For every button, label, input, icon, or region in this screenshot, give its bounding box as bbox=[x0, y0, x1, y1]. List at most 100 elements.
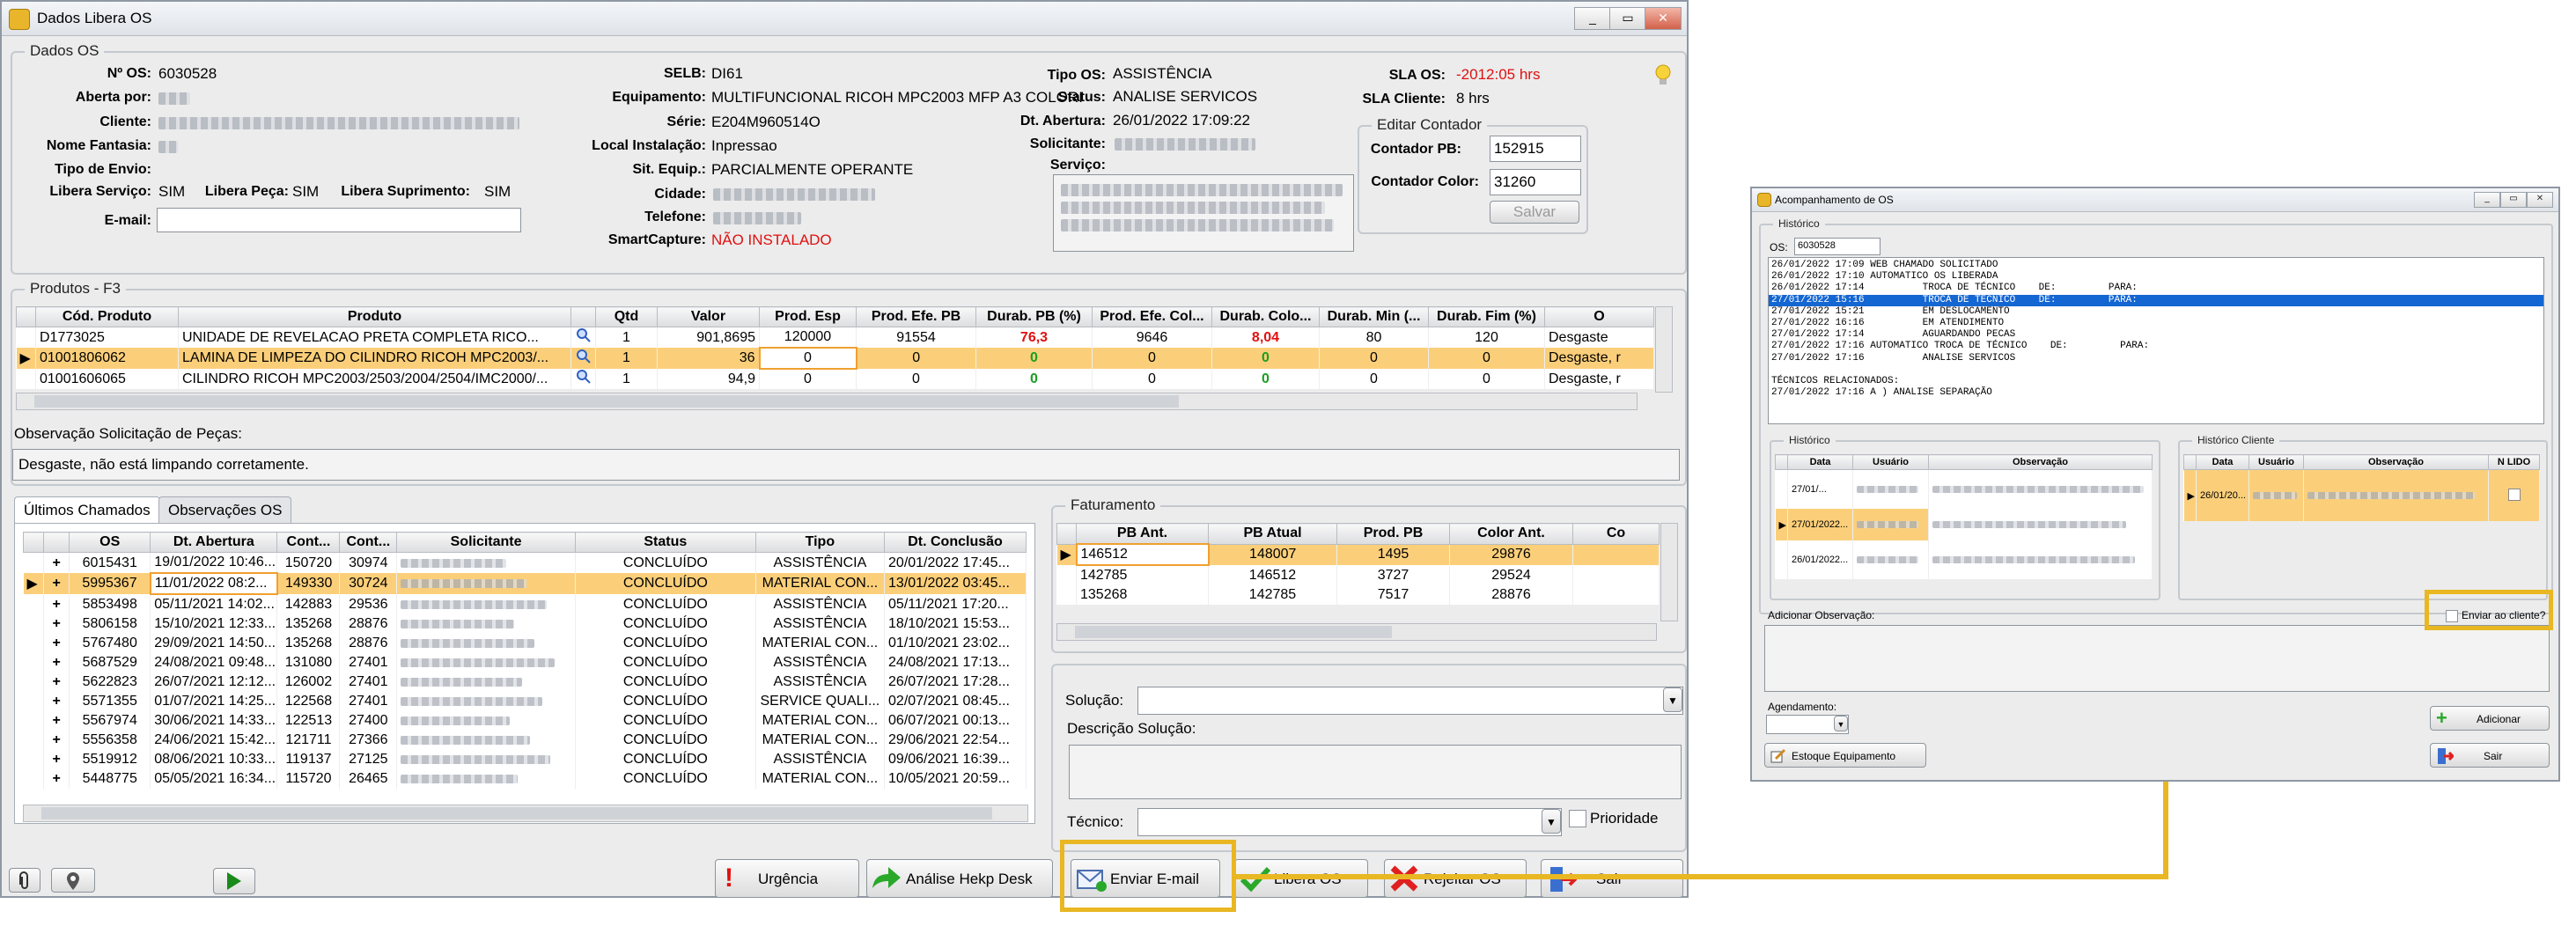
faturamento-table[interactable]: PB Ant. PB Atual Prod. PB Color Ant. Co … bbox=[1056, 523, 1660, 605]
produtos-col-durab-fim[interactable]: Durab. Fim (%) bbox=[1428, 306, 1545, 327]
tab-observacoes-os[interactable]: Observações OS bbox=[158, 496, 292, 524]
acomp-maximize-button[interactable]: ▭ bbox=[2500, 192, 2527, 208]
expand-plus-icon[interactable]: + bbox=[43, 634, 70, 653]
cell[interactable]: 146512 bbox=[1075, 543, 1210, 566]
location-button[interactable] bbox=[51, 868, 95, 893]
contador-pb-input[interactable]: 152915 bbox=[1490, 136, 1581, 162]
produtos-col-durab-colo[interactable]: Durab. Colo... bbox=[1211, 306, 1320, 327]
table-row[interactable]: 26/01/2022... bbox=[1775, 540, 2153, 579]
faturamento-col-prod-pb[interactable]: Prod. PB bbox=[1336, 523, 1450, 545]
faturamento-vscrollbar[interactable] bbox=[1660, 523, 1678, 621]
estoque-equipamento-button[interactable]: Estoque Equipamento bbox=[1764, 743, 1926, 768]
table-row[interactable]: +5448775 05/05/2021 16:34... 115720 26465 CO… bbox=[23, 769, 1027, 789]
histcli-col-observacao[interactable]: Observação bbox=[2303, 454, 2489, 470]
agendamento-select[interactable]: ▼ bbox=[1766, 715, 1849, 734]
expand-plus-icon[interactable]: + bbox=[43, 731, 70, 750]
table-row[interactable]: +5806158 15/10/2021 12:33... 135268 28876 CO… bbox=[23, 614, 1027, 634]
table-row[interactable]: +5571355 01/07/2021 14:25... 122568 27401 CO… bbox=[23, 692, 1027, 711]
analise-helpdesk-button[interactable]: Análise Hekp Desk bbox=[866, 859, 1053, 898]
adicionar-button[interactable]: + Adicionar bbox=[2430, 706, 2550, 731]
scroll-thumb[interactable] bbox=[41, 807, 992, 819]
maximize-button[interactable]: ▭ bbox=[1609, 7, 1646, 30]
chamados-col-dt-abertura[interactable]: Dt. Abertura bbox=[150, 532, 278, 553]
historico-table[interactable]: Data Usuário Observação 27/01/... ▶ 27/01… bbox=[1775, 454, 2153, 579]
produtos-vscrollbar[interactable] bbox=[1655, 306, 1673, 393]
expand-plus-icon[interactable]: + bbox=[43, 573, 70, 594]
hist-col-data[interactable]: Data bbox=[1787, 454, 1853, 470]
faturamento-hscrollbar[interactable] bbox=[1056, 623, 1657, 641]
acomp-os-input[interactable]: 6030528 bbox=[1794, 238, 1880, 255]
scroll-thumb[interactable] bbox=[34, 395, 1179, 408]
table-row[interactable]: +5556358 24/06/2021 15:42... 121711 27366 CO… bbox=[23, 731, 1027, 750]
acomp-sair-button[interactable]: Sair bbox=[2430, 743, 2550, 768]
obs-pecas-field[interactable]: Desgaste, não está limpando corretamente… bbox=[12, 449, 1680, 481]
table-row[interactable]: +5567974 30/06/2021 14:33... 122513 27400 CO… bbox=[23, 711, 1027, 731]
produtos-col-produto[interactable]: Produto bbox=[178, 306, 571, 327]
acomp-close-button[interactable]: ✕ bbox=[2527, 192, 2553, 208]
expand-plus-icon[interactable]: + bbox=[43, 692, 70, 711]
produtos-col-durab-min[interactable]: Durab. Min (... bbox=[1319, 306, 1429, 327]
search-icon[interactable] bbox=[570, 327, 596, 348]
chamados-col-os[interactable]: OS bbox=[69, 532, 151, 553]
scroll-thumb[interactable] bbox=[1075, 626, 1392, 638]
table-row[interactable]: ▶ 01001806062 LAMINA DE LIMPEZA DO CILIN… bbox=[16, 347, 1654, 370]
table-row[interactable]: 135268 142785 7517 28876 bbox=[1056, 585, 1660, 605]
histcli-col-usuario[interactable]: Usuário bbox=[2248, 454, 2304, 470]
chamados-col-solicitante[interactable]: Solicitante bbox=[396, 532, 576, 553]
search-icon[interactable] bbox=[570, 348, 596, 369]
expand-plus-icon[interactable]: + bbox=[43, 594, 70, 614]
produtos-col-prod-efe-col[interactable]: Prod. Efe. Col... bbox=[1092, 306, 1212, 327]
produtos-col-icon[interactable] bbox=[570, 306, 596, 327]
produtos-col-codigo[interactable]: Cód. Produto bbox=[35, 306, 179, 327]
table-row[interactable]: +5687529 24/08/2021 09:48... 131080 27401 CO… bbox=[23, 653, 1027, 672]
prod-esp-edit-cell[interactable]: 0 bbox=[758, 347, 857, 370]
tab-ultimos-chamados[interactable]: Últimos Chamados bbox=[14, 496, 160, 524]
table-row[interactable]: 142785 146512 3727 29524 bbox=[1056, 565, 1660, 585]
chamados-col-cont-color[interactable]: Cont... bbox=[339, 532, 398, 553]
faturamento-col-pb-atual[interactable]: PB Atual bbox=[1208, 523, 1337, 545]
produtos-col-qtd[interactable]: Qtd bbox=[595, 306, 658, 327]
produtos-col-prod-esp[interactable]: Prod. Esp bbox=[759, 306, 857, 327]
expand-plus-icon[interactable]: + bbox=[43, 614, 70, 634]
hist-col-observacao[interactable]: Observação bbox=[1928, 454, 2153, 470]
attachment-button[interactable] bbox=[9, 868, 40, 893]
table-row[interactable]: ▶ +5995367 11/01/2022 08:2... 149330 30724 CO… bbox=[23, 572, 1027, 595]
produtos-col-prod-efe-pb[interactable]: Prod. Efe. PB bbox=[856, 306, 976, 327]
faturamento-col-pb-ant[interactable]: PB Ant. bbox=[1076, 523, 1209, 545]
faturamento-col-color[interactable]: Co bbox=[1572, 523, 1660, 545]
histcli-col-nlido[interactable]: N LIDO bbox=[2488, 454, 2540, 470]
expand-plus-icon[interactable]: + bbox=[43, 653, 70, 672]
salvar-button[interactable]: Salvar bbox=[1490, 201, 1579, 224]
expand-plus-icon[interactable]: + bbox=[43, 750, 70, 769]
histcli-col-data[interactable]: Data bbox=[2196, 454, 2249, 470]
chevron-down-icon[interactable]: ▼ bbox=[1834, 716, 1848, 731]
servico-textbox[interactable] bbox=[1053, 174, 1354, 252]
chamados-col-expand[interactable] bbox=[42, 532, 70, 553]
acomp-minimize-button[interactable]: _ bbox=[2474, 192, 2500, 208]
chevron-down-icon[interactable]: ▼ bbox=[1663, 687, 1682, 712]
chamados-table[interactable]: OS Dt. Abertura Cont... Cont... Solicita… bbox=[23, 532, 1027, 789]
table-row[interactable]: +5622823 26/07/2021 12:12... 126002 27401 CO… bbox=[23, 672, 1027, 692]
historico-cliente-table[interactable]: Data Usuário Observação N LIDO ▶ 26/01/20… bbox=[2183, 454, 2540, 521]
hist-col-usuario[interactable]: Usuário bbox=[1852, 454, 1929, 470]
chamados-col-cont-pb[interactable]: Cont... bbox=[276, 532, 341, 553]
chamados-col-dt-conclusao[interactable]: Dt. Conclusão bbox=[884, 532, 1027, 553]
table-row[interactable]: D1773025 UNIDADE DE REVELACAO PRETA COMP… bbox=[16, 327, 1654, 348]
urgencia-button[interactable]: ! Urgência bbox=[715, 859, 859, 898]
minimize-button[interactable]: _ bbox=[1574, 7, 1611, 30]
table-row[interactable]: 01001606065 CILINDRO RICOH MPC2003/2503/… bbox=[16, 369, 1654, 389]
produtos-col-valor[interactable]: Valor bbox=[657, 306, 760, 327]
produtos-hscrollbar[interactable] bbox=[16, 393, 1638, 410]
expand-plus-icon[interactable]: + bbox=[43, 769, 70, 789]
produtos-col-durab-pb[interactable]: Durab. PB (%) bbox=[975, 306, 1093, 327]
table-row[interactable]: +5853498 05/11/2021 14:02... 142883 29536 CO… bbox=[23, 594, 1027, 614]
historico-log[interactable]: 26/01/2022 17:09 WEB CHAMADO SOLICITADO 2… bbox=[1768, 257, 2544, 424]
produtos-table[interactable]: Cód. Produto Produto Qtd Valor Prod. Esp… bbox=[16, 306, 1654, 389]
contador-color-input[interactable]: 31260 bbox=[1490, 169, 1581, 195]
chamados-col-status[interactable]: Status bbox=[574, 532, 756, 553]
play-button[interactable] bbox=[213, 868, 255, 894]
table-row[interactable]: 27/01/... bbox=[1775, 469, 2153, 509]
table-row[interactable]: ▶ 146512 148007 1495 29876 bbox=[1056, 543, 1660, 566]
expand-plus-icon[interactable]: + bbox=[43, 672, 70, 692]
table-row[interactable]: +5519912 08/06/2021 10:33... 119137 27125 CO… bbox=[23, 750, 1027, 769]
